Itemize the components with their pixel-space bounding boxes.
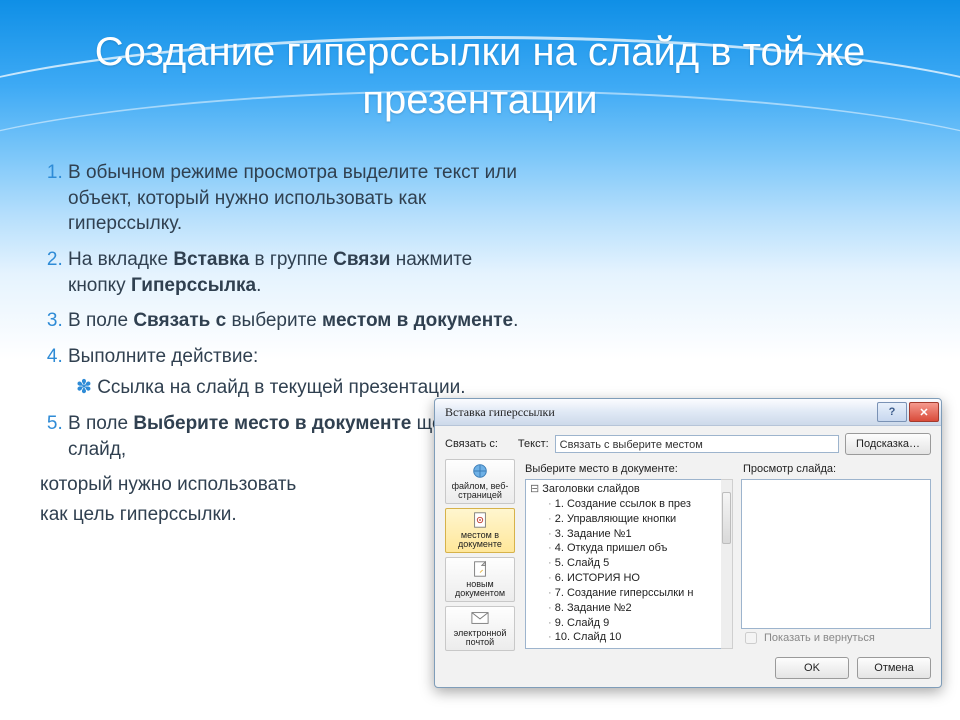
tree-item[interactable]: 3. Задание №1 — [530, 527, 728, 542]
globe-file-icon — [469, 462, 491, 480]
dialog-titlebar: Вставка гиперссылки ? ✕ — [435, 399, 941, 426]
slide-title: Создание гиперссылки на слайд в той же п… — [0, 28, 960, 124]
close-button[interactable]: ✕ — [909, 402, 939, 422]
text: . — [513, 310, 518, 331]
document-target-icon — [469, 511, 491, 529]
text: в группе — [249, 249, 333, 270]
label: Заголовки слайдов — [542, 483, 640, 495]
slide: Создание гиперссылки на слайд в той же п… — [0, 0, 960, 720]
tree-scrollbar[interactable] — [721, 479, 733, 649]
step-3: В поле Связать с выберите местом в докум… — [68, 308, 520, 334]
tree-item[interactable]: 7. Создание гиперссылки н — [530, 586, 728, 601]
text-bold: Гиперссылка — [131, 275, 256, 296]
text: . — [256, 275, 261, 296]
text: Выполните действие: — [68, 346, 258, 367]
scrollbar-thumb[interactable] — [722, 492, 731, 544]
hint-button[interactable]: Подсказка… — [845, 433, 931, 455]
dialog-top-row: Связать с: Текст: Связать с выберите мес… — [445, 433, 931, 455]
link-to-file-web[interactable]: файлом, веб-страницей — [445, 459, 515, 504]
tree-item[interactable]: 10. Слайд 10 — [530, 630, 728, 645]
slide-tree[interactable]: Заголовки слайдов 1. Создание ссылок в п… — [525, 479, 733, 649]
show-and-return-checkbox[interactable]: Показать и вернуться — [741, 629, 875, 647]
text-bold: Вставка — [173, 249, 249, 270]
tree-item[interactable]: 9. Слайд 9 — [530, 616, 728, 631]
text-bold: Выберите место в документе — [133, 413, 411, 434]
text: В поле — [68, 310, 133, 331]
link-to-place-in-doc[interactable]: местом в документе — [445, 508, 515, 553]
text: В обычном режиме просмотра выделите текс… — [68, 162, 517, 234]
link-to-new-doc[interactable]: новым документом — [445, 557, 515, 602]
ok-button[interactable]: OK — [775, 657, 849, 679]
text: В поле — [68, 413, 133, 434]
label: новым документом — [448, 580, 512, 599]
step-1: В обычном режиме просмотра выделите текс… — [68, 160, 520, 237]
link-to-label: Связать с: — [445, 438, 498, 450]
text: выберите — [226, 310, 322, 331]
tree-item[interactable]: 6. ИСТОРИЯ НО — [530, 571, 728, 586]
text: Ссылка на слайд в текущей презентации. — [97, 377, 465, 398]
tree-item[interactable]: 1. Создание ссылок в през — [530, 497, 728, 512]
text-bold: Связать с — [133, 310, 226, 331]
tree-item[interactable]: 2. Управляющие кнопки — [530, 512, 728, 527]
tree-root[interactable]: Заголовки слайдов — [530, 482, 728, 497]
tree-item[interactable]: 8. Задание №2 — [530, 601, 728, 616]
step-4: Выполните действие: Ссылка на слайд в те… — [68, 344, 520, 401]
checkbox-input[interactable] — [745, 632, 757, 644]
label: файлом, веб-страницей — [448, 482, 512, 501]
preview-label: Просмотр слайда: — [743, 463, 836, 475]
tree-item[interactable]: 5. Слайд 5 — [530, 556, 728, 571]
text-bold: Связи — [333, 249, 390, 270]
tree-item[interactable]: 4. Откуда пришел объ — [530, 541, 728, 556]
new-document-icon — [469, 560, 491, 578]
link-to-column: файлом, веб-страницей местом в документе… — [445, 459, 515, 649]
text-label: Текст: — [518, 438, 549, 450]
text: На вкладке — [68, 249, 173, 270]
email-icon — [469, 609, 491, 627]
hyperlink-dialog: Вставка гиперссылки ? ✕ Связать с: Текст… — [434, 398, 942, 688]
step-2: На вкладке Вставка в группе Связи нажмит… — [68, 247, 520, 298]
label: электронной почтой — [448, 629, 512, 648]
slide-preview — [741, 479, 931, 629]
link-to-email[interactable]: электронной почтой — [445, 606, 515, 651]
label: Показать и вернуться — [764, 632, 875, 644]
dialog-buttons: OK Отмена — [775, 657, 931, 679]
dialog-body: Связать с: Текст: Связать с выберите мес… — [435, 425, 941, 687]
help-button[interactable]: ? — [877, 402, 907, 422]
text-bold: местом в документе — [322, 310, 513, 331]
cancel-button[interactable]: Отмена — [857, 657, 931, 679]
select-place-label: Выберите место в документе: — [525, 463, 678, 475]
label: местом в документе — [448, 531, 512, 550]
text-input[interactable]: Связать с выберите местом — [555, 435, 839, 453]
dialog-title: Вставка гиперссылки — [445, 405, 875, 420]
